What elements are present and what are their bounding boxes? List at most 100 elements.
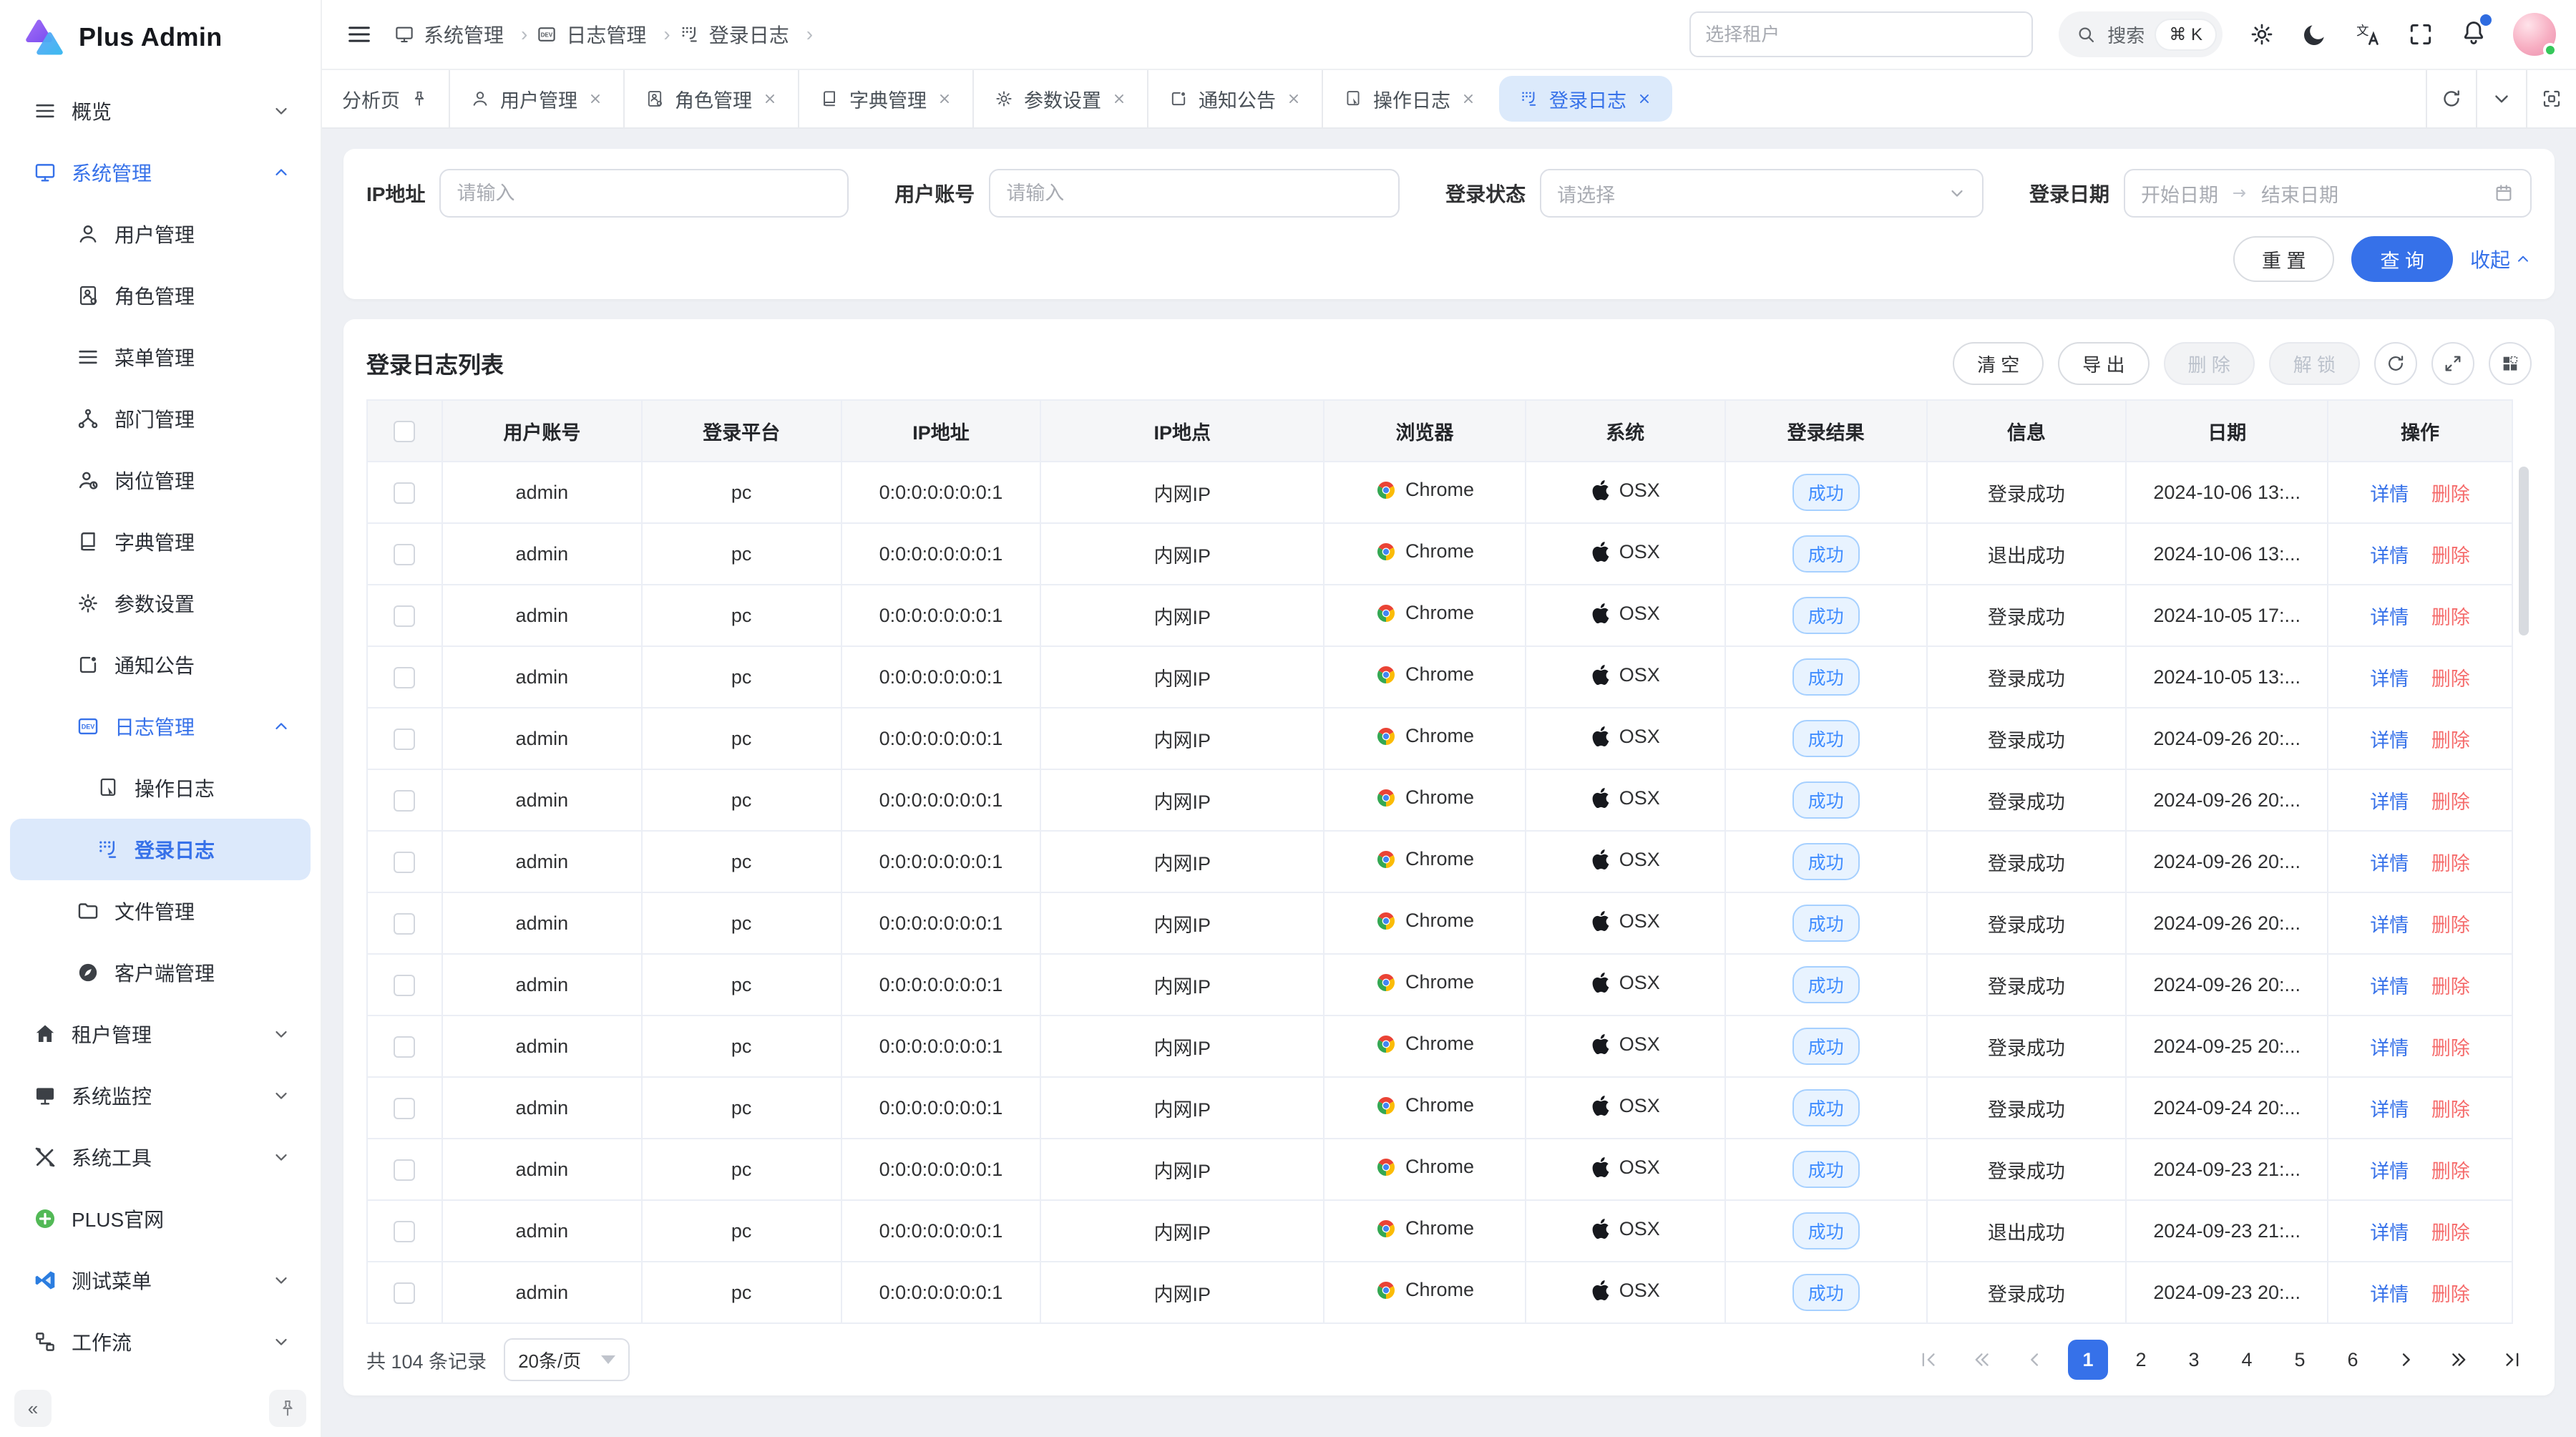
notifications-button[interactable]	[2460, 19, 2487, 51]
row-checkbox[interactable]	[394, 1221, 415, 1242]
sidebar-item[interactable]: 用户管理	[10, 203, 311, 265]
sidebar-item[interactable]: 系统工具	[10, 1126, 311, 1188]
row-checkbox[interactable]	[394, 790, 415, 812]
sidebar-item[interactable]: 测试菜单	[10, 1250, 311, 1311]
delete-link[interactable]: 删除	[2431, 1038, 2470, 1059]
export-button[interactable]: 导 出	[2058, 342, 2149, 385]
tab[interactable]: 字典管理	[798, 70, 972, 127]
sidebar-pin-button[interactable]	[269, 1390, 306, 1427]
page-number-button[interactable]: 3	[2174, 1340, 2214, 1380]
tenant-select-input[interactable]	[1689, 11, 2033, 57]
detail-link[interactable]: 详情	[2370, 1222, 2409, 1244]
sidebar-item[interactable]: 日志管理	[10, 696, 311, 757]
detail-link[interactable]: 详情	[2370, 853, 2409, 875]
detail-link[interactable]: 详情	[2370, 545, 2409, 567]
detail-link[interactable]: 详情	[2370, 668, 2409, 690]
sidebar-item[interactable]: 参数设置	[10, 573, 311, 634]
row-checkbox[interactable]	[394, 1098, 415, 1119]
tab-menu-button[interactable]	[2476, 70, 2526, 127]
first-page-button[interactable]	[1909, 1340, 1949, 1380]
tab[interactable]: 参数设置	[972, 70, 1147, 127]
sidebar-item[interactable]: 岗位管理	[10, 449, 311, 511]
delete-link[interactable]: 删除	[2431, 545, 2470, 567]
delete-link[interactable]: 删除	[2431, 730, 2470, 751]
row-checkbox[interactable]	[394, 1159, 415, 1181]
sidebar-item[interactable]: 概览	[10, 80, 311, 142]
sidebar-item[interactable]: PLUS官网	[10, 1188, 311, 1250]
sidebar-item[interactable]: 字典管理	[10, 511, 311, 573]
sidebar-item[interactable]: 菜单管理	[10, 326, 311, 388]
tab[interactable]: 登录日志	[1499, 76, 1672, 122]
row-checkbox[interactable]	[394, 482, 415, 504]
tab[interactable]: 分析页	[322, 70, 449, 127]
page-number-button[interactable]: 6	[2333, 1340, 2373, 1380]
sidebar-collapse-button[interactable]: «	[14, 1390, 52, 1427]
detail-link[interactable]: 详情	[2370, 484, 2409, 505]
sidebar-item[interactable]: 工作流	[10, 1311, 311, 1373]
ip-input[interactable]	[439, 169, 849, 218]
delete-link[interactable]: 删除	[2431, 791, 2470, 813]
close-icon[interactable]	[762, 91, 778, 107]
detail-link[interactable]: 详情	[2370, 915, 2409, 936]
refresh-tab-button[interactable]	[2426, 70, 2476, 127]
close-icon[interactable]	[937, 91, 952, 107]
detail-link[interactable]: 详情	[2370, 1161, 2409, 1182]
row-checkbox[interactable]	[394, 1282, 415, 1304]
dark-mode-moon-icon[interactable]	[2301, 21, 2328, 48]
page-number-button[interactable]: 1	[2068, 1340, 2108, 1380]
close-icon[interactable]	[1636, 91, 1652, 107]
collapse-filters-link[interactable]: 收起	[2470, 245, 2532, 273]
sidebar-item[interactable]: 客户端管理	[10, 942, 311, 1003]
close-icon[interactable]	[1111, 91, 1127, 107]
sidebar-item[interactable]: 部门管理	[10, 388, 311, 449]
content-fullscreen-button[interactable]	[2526, 70, 2576, 127]
detail-link[interactable]: 详情	[2370, 791, 2409, 813]
row-checkbox[interactable]	[394, 975, 415, 996]
jump-back-button[interactable]	[1962, 1340, 2002, 1380]
sidebar-item[interactable]: 系统管理	[10, 142, 311, 203]
table-scrollbar[interactable]	[2519, 467, 2529, 635]
row-checkbox[interactable]	[394, 1036, 415, 1058]
settings-gear-icon[interactable]	[2248, 21, 2275, 48]
delete-link[interactable]: 删除	[2431, 484, 2470, 505]
tab[interactable]: 操作日志	[1322, 70, 1496, 127]
close-icon[interactable]	[587, 91, 603, 107]
refresh-table-button[interactable]	[2374, 342, 2417, 385]
close-icon[interactable]	[1460, 91, 1476, 107]
row-checkbox[interactable]	[394, 852, 415, 873]
fullscreen-icon[interactable]	[2407, 21, 2434, 48]
last-page-button[interactable]	[2492, 1340, 2532, 1380]
page-size-select[interactable]: 20条/页	[504, 1338, 630, 1381]
table-fullscreen-button[interactable]	[2431, 342, 2474, 385]
sidebar-item[interactable]: 角色管理	[10, 265, 311, 326]
detail-link[interactable]: 详情	[2370, 607, 2409, 628]
row-checkbox[interactable]	[394, 667, 415, 688]
prev-page-button[interactable]	[2015, 1340, 2055, 1380]
close-icon[interactable]	[1286, 91, 1302, 107]
sidebar-item[interactable]: 文件管理	[10, 880, 311, 942]
account-input[interactable]	[989, 169, 1400, 218]
row-checkbox[interactable]	[394, 605, 415, 627]
user-avatar[interactable]	[2513, 13, 2556, 56]
row-checkbox[interactable]	[394, 913, 415, 935]
sidebar-item[interactable]: 系统监控	[10, 1065, 311, 1126]
translate-icon[interactable]	[2354, 21, 2381, 48]
query-button[interactable]: 查 询	[2351, 236, 2453, 282]
row-checkbox[interactable]	[394, 544, 415, 565]
detail-link[interactable]: 详情	[2370, 1284, 2409, 1305]
delete-link[interactable]: 删除	[2431, 668, 2470, 690]
unlock-button[interactable]: 解 锁	[2269, 342, 2360, 385]
delete-link[interactable]: 删除	[2431, 607, 2470, 628]
hamburger-menu-icon[interactable]	[345, 20, 374, 49]
page-number-button[interactable]: 2	[2121, 1340, 2161, 1380]
page-number-button[interactable]: 4	[2227, 1340, 2267, 1380]
delete-link[interactable]: 删除	[2431, 1284, 2470, 1305]
row-checkbox[interactable]	[394, 729, 415, 750]
detail-link[interactable]: 详情	[2370, 1099, 2409, 1121]
detail-link[interactable]: 详情	[2370, 730, 2409, 751]
sidebar-item[interactable]: 通知公告	[10, 634, 311, 696]
reset-button[interactable]: 重 置	[2233, 236, 2335, 282]
status-select[interactable]: 请选择	[1540, 169, 1984, 218]
breadcrumb-item[interactable]: 系统管理	[394, 20, 527, 49]
column-settings-button[interactable]	[2489, 342, 2532, 385]
